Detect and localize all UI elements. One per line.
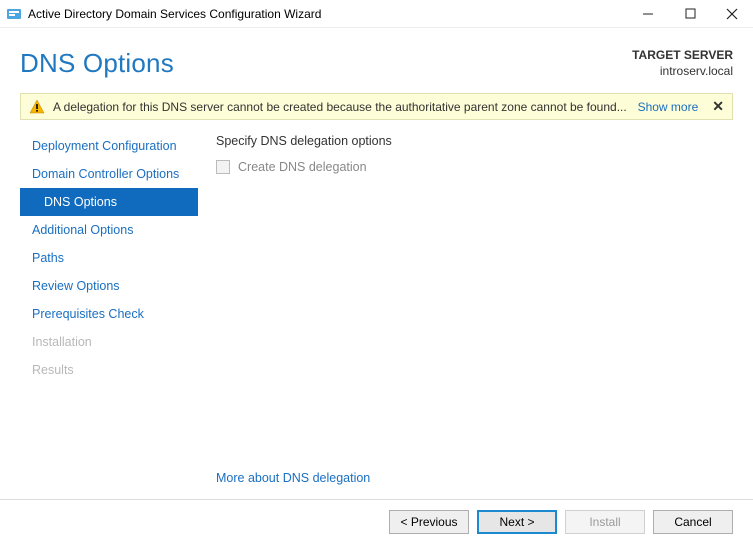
minimize-button[interactable] [627,0,669,28]
sidebar-item-installation: Installation [20,328,198,356]
page-title: DNS Options [20,48,174,79]
sidebar-item-review-options[interactable]: Review Options [20,272,198,300]
sidebar-item-prerequisites-check[interactable]: Prerequisites Check [20,300,198,328]
warning-close-button[interactable]: ✕ [712,98,724,115]
target-server-value: introserv.local [632,64,733,80]
sidebar-item-dns-options[interactable]: DNS Options [20,188,198,216]
sidebar-item-domain-controller-options[interactable]: Domain Controller Options [20,160,198,188]
create-dns-delegation-row: Create DNS delegation [216,160,733,174]
sidebar-item-label: Results [32,363,74,377]
sidebar-item-label: Review Options [32,279,120,293]
close-button[interactable] [711,0,753,28]
sidebar-item-label: Additional Options [32,223,133,237]
sidebar-item-label: DNS Options [44,195,117,209]
sidebar-item-label: Installation [32,335,92,349]
cancel-button[interactable]: Cancel [653,510,733,534]
warning-icon [29,99,45,115]
sidebar-item-label: Prerequisites Check [32,307,144,321]
sidebar: Deployment Configuration Domain Controll… [20,126,198,499]
sidebar-item-results: Results [20,356,198,384]
specify-label: Specify DNS delegation options [216,134,733,148]
footer: < Previous Next > Install Cancel [0,499,753,546]
minimize-icon [642,8,654,20]
sidebar-item-label: Paths [32,251,64,265]
create-dns-delegation-label: Create DNS delegation [238,160,367,174]
content-panel: Specify DNS delegation options Create DN… [198,126,733,499]
close-icon [726,8,738,20]
target-server: TARGET SERVER introserv.local [632,48,733,79]
window-title: Active Directory Domain Services Configu… [28,7,321,21]
sidebar-item-additional-options[interactable]: Additional Options [20,216,198,244]
next-button[interactable]: Next > [477,510,557,534]
sidebar-item-deployment-configuration[interactable]: Deployment Configuration [20,132,198,160]
show-more-link[interactable]: Show more [638,100,699,114]
window-controls [627,0,753,28]
warning-text: A delegation for this DNS server cannot … [53,100,630,114]
install-button: Install [565,510,645,534]
header: DNS Options TARGET SERVER introserv.loca… [0,28,753,93]
app-icon [6,6,22,22]
sidebar-item-label: Domain Controller Options [32,167,179,181]
more-about-link[interactable]: More about DNS delegation [216,471,733,485]
maximize-button[interactable] [669,0,711,28]
previous-button[interactable]: < Previous [389,510,469,534]
main: Deployment Configuration Domain Controll… [0,126,753,499]
sidebar-item-label: Deployment Configuration [32,139,177,153]
target-server-label: TARGET SERVER [632,48,733,64]
warning-bar: A delegation for this DNS server cannot … [20,93,733,120]
maximize-icon [685,8,696,19]
titlebar: Active Directory Domain Services Configu… [0,0,753,28]
create-dns-delegation-checkbox[interactable] [216,160,230,174]
sidebar-item-paths[interactable]: Paths [20,244,198,272]
